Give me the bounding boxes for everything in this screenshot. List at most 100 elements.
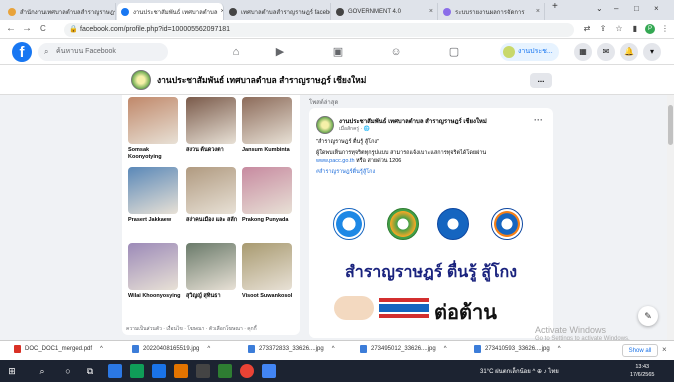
friend-photo[interactable]: [186, 167, 236, 214]
close-icon[interactable]: ×: [662, 345, 667, 354]
app-icon[interactable]: [262, 364, 276, 378]
download-item[interactable]: 273372833_33626....jpg ^: [248, 345, 335, 353]
scrollbar[interactable]: [667, 95, 674, 340]
friend-card[interactable]: Prakong Punyada: [242, 167, 296, 224]
friend-name[interactable]: Prakong Punyada: [242, 217, 296, 224]
friend-photo[interactable]: [128, 167, 178, 214]
profile-avatar[interactable]: P: [645, 24, 655, 34]
footer-links[interactable]: ความเป็นส่วนตัว · เงื่อนไข · โฆษณา · ตัว…: [126, 325, 257, 333]
close-icon[interactable]: ×: [426, 8, 433, 15]
account-chevron-icon[interactable]: ▾: [643, 43, 661, 61]
friend-card[interactable]: Jansum Kumbinta: [242, 97, 296, 154]
chevron-up-icon[interactable]: ^: [558, 346, 561, 352]
facebook-logo[interactable]: f: [12, 42, 32, 62]
search-icon[interactable]: ⌕: [36, 365, 48, 377]
friend-photo[interactable]: [242, 97, 292, 144]
gaming-icon[interactable]: ▢: [446, 44, 462, 60]
more-options-button[interactable]: ...: [530, 73, 552, 88]
chevron-up-icon[interactable]: ^: [207, 346, 210, 352]
windows-start-icon[interactable]: ⊞: [6, 365, 18, 377]
forward-button[interactable]: →: [22, 23, 32, 34]
browser-menu-icon[interactable]: ⋮: [660, 24, 670, 34]
reload-button[interactable]: C: [40, 24, 46, 33]
post-hashtag[interactable]: #สำราญราษฎร์ตื่นรู้สู้โกง: [316, 169, 548, 176]
friend-name[interactable]: สงวน ต้นดวงตา: [186, 147, 240, 154]
friend-card[interactable]: สุวิญญ์ สุทินธา: [186, 243, 240, 300]
friend-photo[interactable]: [186, 97, 236, 144]
show-all-downloads-button[interactable]: Show all: [622, 344, 658, 357]
friend-name[interactable]: Visoot Suwankosol: [242, 293, 296, 300]
post-author-avatar[interactable]: [316, 116, 334, 134]
chevron-up-icon[interactable]: ^: [444, 346, 447, 352]
excel-app-icon[interactable]: [130, 364, 144, 378]
bookmark-star-icon[interactable]: ☆: [614, 24, 624, 34]
friend-card[interactable]: Prasert Jakkaew: [128, 167, 182, 224]
tab-search-icon[interactable]: ⌄: [596, 4, 603, 13]
friend-photo[interactable]: [242, 243, 292, 290]
chrome-app-icon[interactable]: [240, 364, 254, 378]
taskbar-clock[interactable]: 13:43 17/6/2565: [630, 363, 654, 379]
post-image[interactable]: สำราญราษฎร์ ตื่นรู้ สู้โกง ต่อต้าน: [309, 190, 553, 338]
browser-tab[interactable]: ระบบรายงานผลการจัดการ ×: [439, 3, 545, 20]
back-button[interactable]: ←: [6, 23, 16, 34]
browser-tab-active[interactable]: งานประชาสัมพันธ์ เทศบาลตำบล ×: [117, 3, 224, 20]
notifications-icon[interactable]: 🔔: [620, 43, 638, 61]
download-item[interactable]: 20220408165519.jpg ^: [132, 345, 210, 353]
line-app-icon[interactable]: [218, 364, 232, 378]
friend-name[interactable]: Jansum Kumbinta: [242, 147, 296, 154]
folder-app-icon[interactable]: [174, 364, 188, 378]
friend-card[interactable]: สงวน ต้นดวงตา: [186, 97, 240, 154]
browser-tab[interactable]: GOVERNMENT 4.0 ×: [332, 3, 438, 20]
chevron-up-icon[interactable]: ^: [332, 346, 335, 352]
word-app-icon[interactable]: [152, 364, 166, 378]
friend-photo[interactable]: [128, 97, 178, 144]
close-window-button[interactable]: ×: [654, 4, 659, 13]
home-icon[interactable]: ⌂: [228, 44, 244, 60]
minimize-button[interactable]: –: [614, 4, 618, 13]
download-item[interactable]: 273495012_33626....jpg ^: [360, 345, 447, 353]
browser-tab[interactable]: เทศบาลตำบลสำราญราษฎร์ facebook ×: [225, 3, 331, 20]
browser-tab[interactable]: สำนักงานเทศบาลตำบลสำราญราษฎร์ ×: [4, 3, 116, 20]
friend-name[interactable]: Prasert Jakkaew: [128, 217, 182, 224]
facebook-search-input[interactable]: ⌕ ค้นหาบน Facebook: [38, 43, 168, 61]
cortana-icon[interactable]: ○: [62, 365, 74, 377]
scrollbar-thumb[interactable]: [668, 105, 673, 145]
watch-icon[interactable]: ▶: [272, 44, 288, 60]
task-view-icon[interactable]: ⧉: [84, 365, 96, 377]
system-tray[interactable]: 31°C ฝนตกเล็กน้อย ^ ⊕ ♪ ไทย: [480, 366, 559, 376]
translate-icon[interactable]: ⇄: [582, 24, 592, 34]
share-icon[interactable]: ⇪: [598, 24, 608, 34]
page-logo[interactable]: [131, 70, 151, 90]
chevron-up-icon[interactable]: ^: [100, 346, 103, 352]
friend-name[interactable]: สุวิญญ์ สุทินธา: [186, 293, 240, 300]
marketplace-icon[interactable]: ▣: [330, 44, 346, 60]
friend-name[interactable]: สง่าคนเมือง และ สลัก: [186, 217, 240, 224]
explorer-app-icon[interactable]: [108, 364, 122, 378]
menu-grid-icon[interactable]: ▦: [574, 43, 592, 61]
app-icon[interactable]: [196, 364, 210, 378]
friend-photo[interactable]: [128, 243, 178, 290]
download-item[interactable]: DOC_DOC1_merged.pdf ^: [14, 345, 103, 353]
friend-photo[interactable]: [242, 167, 292, 214]
close-icon[interactable]: ×: [533, 8, 540, 15]
friend-name[interactable]: Somsak Koonyotying: [128, 147, 182, 161]
friend-card[interactable]: Wilai Khoonyosying: [128, 243, 182, 300]
post-time[interactable]: เมื่อสักครู่ · 🌐: [339, 125, 370, 133]
friend-card[interactable]: สง่าคนเมือง และ สลัก: [186, 167, 240, 224]
friend-card[interactable]: Visoot Suwankosol: [242, 243, 296, 300]
page-title[interactable]: งานประชาสัมพันธ์ เทศบาลตำบล สำราญราษฎร์ …: [157, 73, 366, 87]
new-tab-button[interactable]: +: [552, 1, 558, 12]
post-options-icon[interactable]: ···: [534, 115, 543, 125]
page-profile-chip[interactable]: งานประช...: [500, 43, 559, 61]
maximize-button[interactable]: □: [634, 4, 639, 13]
messenger-icon[interactable]: ✉: [597, 43, 615, 61]
friend-card[interactable]: Somsak Koonyotying: [128, 97, 182, 161]
post-link[interactable]: www.pacc.go.th: [316, 158, 355, 164]
compose-edit-icon[interactable]: ✎: [638, 306, 658, 326]
url-input[interactable]: 🔒 facebook.com/profile.php?id=1000055620…: [64, 23, 574, 37]
sidebar-icon[interactable]: ▮: [630, 24, 640, 34]
close-icon[interactable]: ×: [218, 8, 223, 15]
download-item[interactable]: 273410593_33626....jpg ^: [474, 345, 561, 353]
friend-name[interactable]: Wilai Khoonyosying: [128, 293, 182, 300]
groups-icon[interactable]: ☺: [388, 44, 404, 60]
